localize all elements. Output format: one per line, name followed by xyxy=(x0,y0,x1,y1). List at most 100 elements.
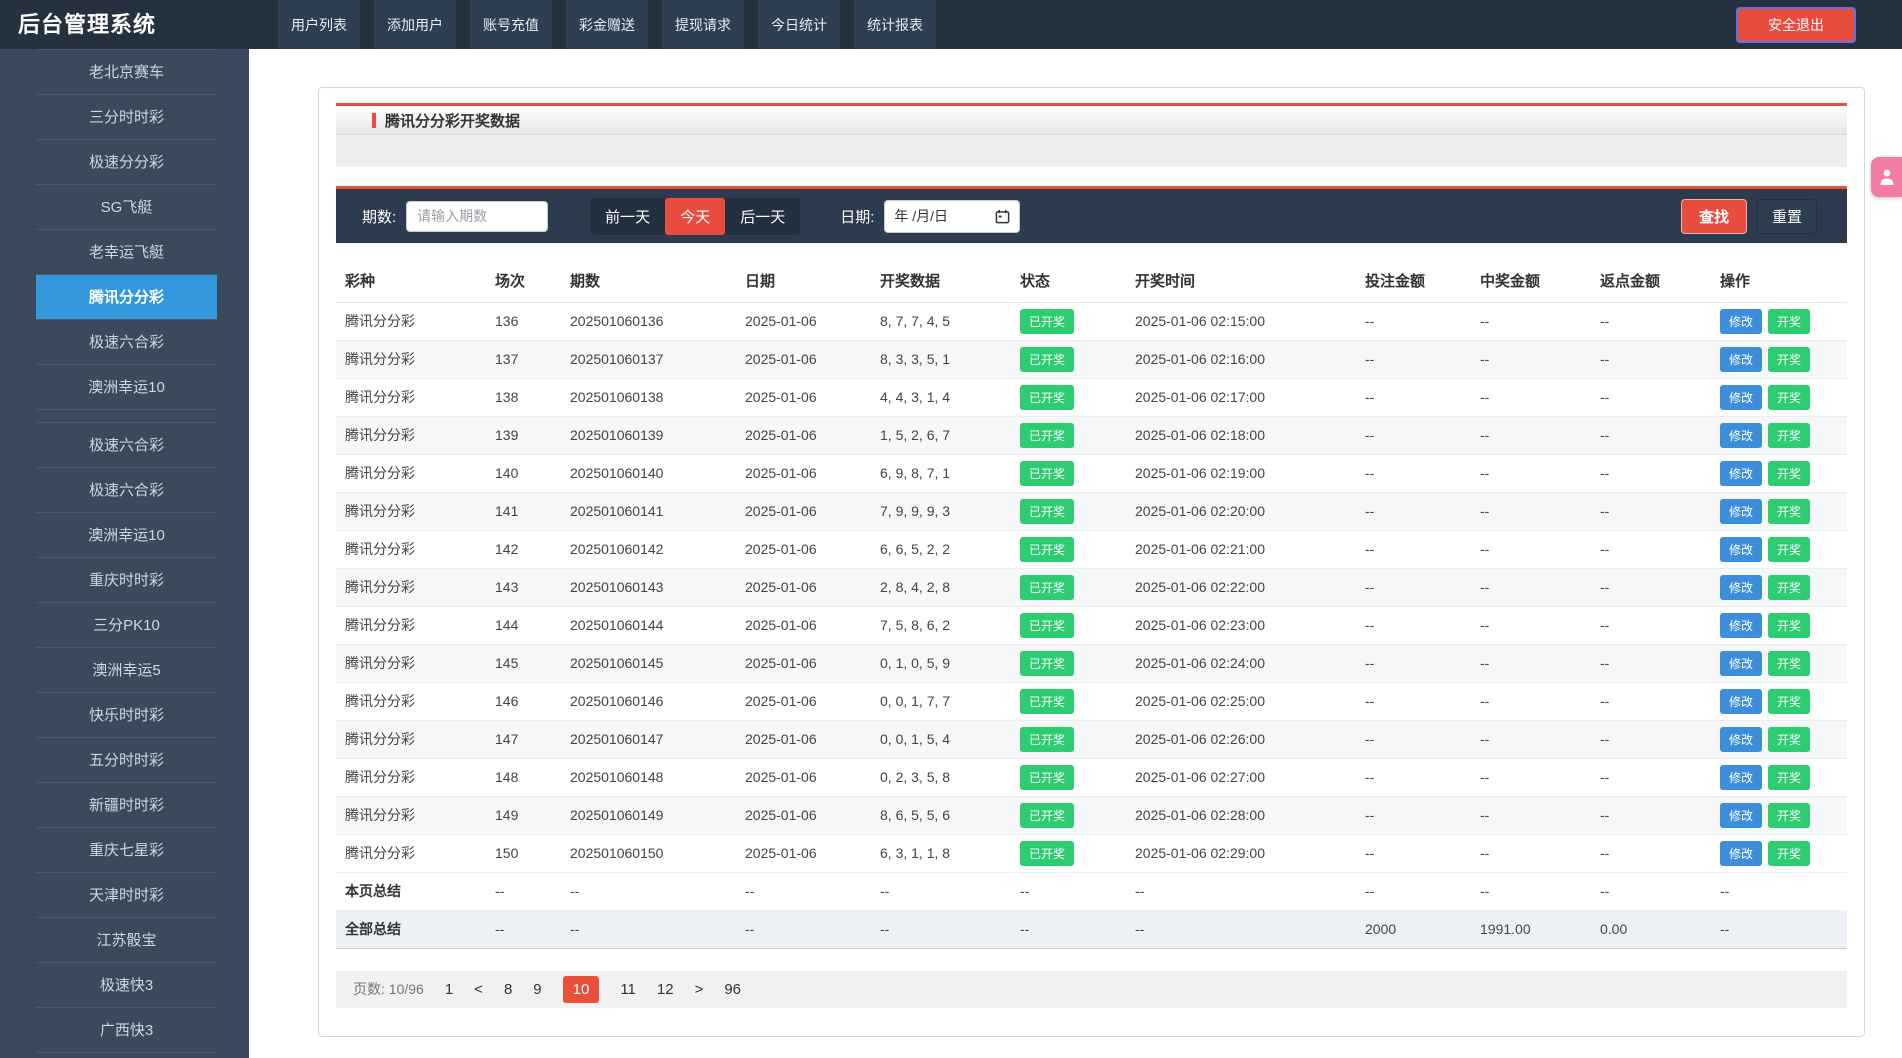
column-header: 场次 xyxy=(486,260,561,302)
cell-actions: 修改开奖 xyxy=(1711,644,1847,682)
edit-button[interactable]: 修改 xyxy=(1720,803,1762,828)
cell-numbers: 7, 9, 9, 9, 3 xyxy=(871,492,1011,530)
topbar-menu-item[interactable]: 今日统计 xyxy=(758,0,840,49)
sidebar-item[interactable]: 极速六合彩 xyxy=(36,320,217,365)
edit-button[interactable]: 修改 xyxy=(1720,347,1762,372)
sidebar-item[interactable]: 极速快3 xyxy=(36,963,217,1008)
draw-button[interactable]: 开奖 xyxy=(1768,841,1810,866)
sidebar-item[interactable]: 快乐时时彩 xyxy=(36,693,217,738)
page-button[interactable]: 96 xyxy=(724,981,741,998)
sidebar-item[interactable]: 三分时时彩 xyxy=(36,95,217,140)
sidebar-item[interactable]: 新疆时时彩 xyxy=(36,783,217,828)
edit-button[interactable]: 修改 xyxy=(1720,423,1762,448)
sidebar-item[interactable]: 重庆时时彩 xyxy=(36,558,217,603)
topbar-menu-item[interactable]: 添加用户 xyxy=(374,0,456,49)
sidebar-item[interactable]: 老幸运飞艇 xyxy=(36,230,217,275)
sidebar-item[interactable]: 极速分分彩 xyxy=(36,140,217,185)
sidebar-item[interactable]: SG飞艇 xyxy=(36,185,217,230)
summary-row: 全部总结------------20001991.000.00-- xyxy=(336,910,1847,948)
status-badge: 已开奖 xyxy=(1020,727,1074,752)
page-button[interactable]: 11 xyxy=(620,981,636,998)
sidebar-item[interactable]: 天津时时彩 xyxy=(36,873,217,918)
draw-button[interactable]: 开奖 xyxy=(1768,613,1810,638)
topbar-menu-item[interactable]: 统计报表 xyxy=(854,0,936,49)
reset-button[interactable]: 重置 xyxy=(1757,199,1817,234)
cell-bet: -- xyxy=(1356,340,1471,378)
today-button[interactable]: 今天 xyxy=(665,198,725,235)
status-badge: 已开奖 xyxy=(1020,575,1074,600)
draw-button[interactable]: 开奖 xyxy=(1768,651,1810,676)
date-placeholder: 年 /月/日 xyxy=(894,206,948,226)
edit-button[interactable]: 修改 xyxy=(1720,461,1762,486)
prev-day-button[interactable]: 前一天 xyxy=(590,198,665,235)
sidebar-item[interactable]: 澳洲幸运10 xyxy=(36,365,217,410)
calendar-icon xyxy=(995,209,1010,224)
draw-button[interactable]: 开奖 xyxy=(1768,575,1810,600)
sidebar-item[interactable]: 极速六合彩 xyxy=(36,468,217,513)
status-badge: 已开奖 xyxy=(1020,537,1074,562)
sidebar-item[interactable]: 三分PK10 xyxy=(36,603,217,648)
cell-status: 已开奖 xyxy=(1011,796,1126,834)
draw-button[interactable]: 开奖 xyxy=(1768,727,1810,752)
edit-button[interactable]: 修改 xyxy=(1720,537,1762,562)
sidebar-item[interactable]: 老北京赛车 xyxy=(36,50,217,95)
page-button[interactable]: 1 xyxy=(445,981,453,998)
cell-lottery: 腾讯分分彩 xyxy=(336,302,486,340)
draw-button[interactable]: 开奖 xyxy=(1768,309,1810,334)
cell-time: 2025-01-06 02:17:00 xyxy=(1126,378,1356,416)
page-button[interactable]: 9 xyxy=(533,981,541,998)
page-button[interactable]: 8 xyxy=(504,981,512,998)
page-button[interactable]: 10 xyxy=(563,976,600,1003)
summary-cell: -- xyxy=(736,910,871,948)
draw-button[interactable]: 开奖 xyxy=(1768,765,1810,790)
date-input[interactable]: 年 /月/日 xyxy=(884,200,1020,233)
draw-button[interactable]: 开奖 xyxy=(1768,689,1810,714)
topbar-menu-item[interactable]: 用户列表 xyxy=(278,0,360,49)
sidebar-item[interactable]: 澳洲幸运5 xyxy=(36,648,217,693)
edit-button[interactable]: 修改 xyxy=(1720,385,1762,410)
draw-button[interactable]: 开奖 xyxy=(1768,461,1810,486)
topbar-menu-item[interactable]: 账号充值 xyxy=(470,0,552,49)
page-button[interactable]: < xyxy=(474,981,483,998)
cell-actions: 修改开奖 xyxy=(1711,606,1847,644)
floating-widget[interactable] xyxy=(1871,157,1902,197)
topbar-menu-item[interactable]: 提现请求 xyxy=(662,0,744,49)
sidebar-item[interactable]: 重庆七星彩 xyxy=(36,828,217,873)
column-header: 投注金额 xyxy=(1356,260,1471,302)
sidebar-item[interactable]: 腾讯分分彩 xyxy=(36,275,217,320)
edit-button[interactable]: 修改 xyxy=(1720,499,1762,524)
search-button[interactable]: 查找 xyxy=(1681,199,1747,234)
cell-numbers: 0, 0, 1, 5, 4 xyxy=(871,720,1011,758)
cell-numbers: 0, 1, 0, 5, 9 xyxy=(871,644,1011,682)
sidebar-item[interactable]: 五分时时彩 xyxy=(36,738,217,783)
edit-button[interactable]: 修改 xyxy=(1720,309,1762,334)
draw-button[interactable]: 开奖 xyxy=(1768,423,1810,448)
cell-round: 145 xyxy=(486,644,561,682)
page-button[interactable]: > xyxy=(695,981,704,998)
edit-button[interactable]: 修改 xyxy=(1720,727,1762,752)
topbar-menu-item[interactable]: 彩金赠送 xyxy=(566,0,648,49)
edit-button[interactable]: 修改 xyxy=(1720,689,1762,714)
logout-button[interactable]: 安全退出 xyxy=(1736,7,1856,43)
draw-button[interactable]: 开奖 xyxy=(1768,537,1810,562)
draw-button[interactable]: 开奖 xyxy=(1768,499,1810,524)
sidebar-item[interactable]: 极速六合彩 xyxy=(36,423,217,468)
draw-button[interactable]: 开奖 xyxy=(1768,385,1810,410)
edit-button[interactable]: 修改 xyxy=(1720,841,1762,866)
page-button[interactable]: 12 xyxy=(657,981,674,998)
cell-actions: 修改开奖 xyxy=(1711,302,1847,340)
edit-button[interactable]: 修改 xyxy=(1720,575,1762,600)
cell-status: 已开奖 xyxy=(1011,492,1126,530)
sidebar-item[interactable]: 澳洲幸运10 xyxy=(36,513,217,558)
draw-button[interactable]: 开奖 xyxy=(1768,347,1810,372)
next-day-button[interactable]: 后一天 xyxy=(725,198,800,235)
sidebar-item[interactable]: 广西快3 xyxy=(36,1008,217,1053)
summary-cell: -- xyxy=(486,910,561,948)
sidebar-item[interactable]: 江苏骰宝 xyxy=(36,918,217,963)
edit-button[interactable]: 修改 xyxy=(1720,613,1762,638)
draw-button[interactable]: 开奖 xyxy=(1768,803,1810,828)
edit-button[interactable]: 修改 xyxy=(1720,651,1762,676)
issue-input[interactable] xyxy=(406,201,548,232)
cell-status: 已开奖 xyxy=(1011,454,1126,492)
edit-button[interactable]: 修改 xyxy=(1720,765,1762,790)
